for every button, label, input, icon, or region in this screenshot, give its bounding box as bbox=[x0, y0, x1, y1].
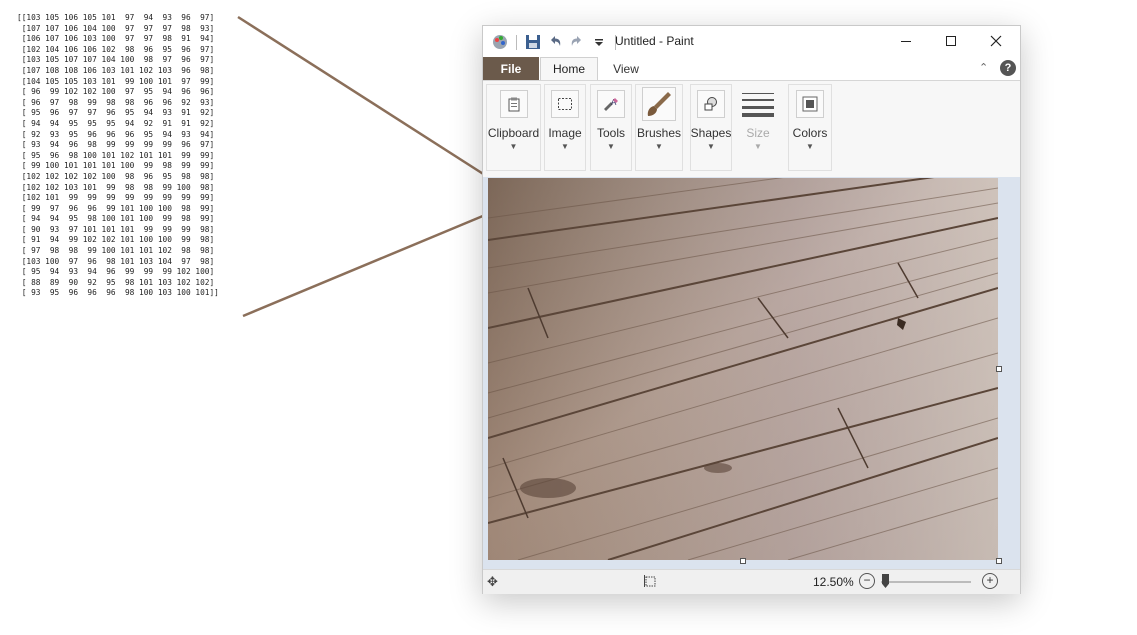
help-icon[interactable]: ? bbox=[1000, 60, 1016, 76]
redo-icon[interactable] bbox=[568, 33, 586, 51]
dropdown-arrow-icon: ▼ bbox=[655, 142, 663, 151]
clipboard-label: Clipboard bbox=[487, 126, 540, 140]
connector-line-top bbox=[237, 15, 489, 179]
collapse-ribbon-icon[interactable]: ⌃ bbox=[979, 61, 988, 74]
dropdown-arrow-icon: ▼ bbox=[509, 142, 518, 151]
resize-handle-corner[interactable] bbox=[996, 558, 1002, 564]
window-title: Untitled - Paint bbox=[615, 34, 694, 48]
size-group[interactable]: Size ▼ bbox=[738, 84, 778, 171]
paint-app-icon[interactable] bbox=[491, 33, 509, 51]
tools-label: Tools bbox=[596, 126, 625, 140]
shapes-icon bbox=[697, 90, 725, 118]
ribbon-tabs: File Home View ⌃ ? bbox=[483, 57, 1020, 80]
maximize-icon bbox=[946, 36, 956, 46]
zoom-slider-track[interactable] bbox=[881, 581, 971, 583]
brushes-label: Brushes bbox=[636, 126, 682, 140]
tools-group[interactable]: A Tools ▼ bbox=[590, 84, 632, 171]
paint-window: Untitled - Paint File Home View ⌃ ? Clip… bbox=[482, 25, 1021, 594]
resize-handle-bottom[interactable] bbox=[740, 558, 746, 564]
dropdown-arrow-icon: ▼ bbox=[607, 142, 615, 151]
toolbar-separator bbox=[516, 34, 517, 50]
minimize-icon bbox=[901, 41, 911, 42]
clipboard-icon bbox=[499, 90, 528, 118]
selection-size-icon bbox=[643, 574, 657, 588]
line-size-icon bbox=[741, 90, 775, 118]
resize-handle-right[interactable] bbox=[996, 366, 1002, 372]
select-icon bbox=[551, 90, 579, 118]
quick-access-toolbar bbox=[491, 32, 619, 52]
close-icon bbox=[990, 35, 1002, 47]
zoom-slider-thumb[interactable] bbox=[882, 574, 889, 588]
color-palette-icon bbox=[796, 90, 824, 118]
customize-toolbar-icon[interactable] bbox=[590, 33, 608, 51]
image-label: Image bbox=[548, 126, 582, 140]
canvas-area[interactable] bbox=[483, 177, 1020, 569]
shapes-label: Shapes bbox=[690, 126, 732, 140]
zoom-level: 12.50% bbox=[813, 575, 854, 589]
dropdown-arrow-icon: ▼ bbox=[754, 142, 762, 151]
shapes-group[interactable]: Shapes ▼ bbox=[690, 84, 732, 171]
image-group[interactable]: Image ▼ bbox=[544, 84, 586, 171]
colors-label: Colors bbox=[792, 126, 828, 140]
tools-icon: A bbox=[597, 90, 625, 118]
title-bar: Untitled - Paint bbox=[483, 26, 1020, 57]
wood-floor-picture bbox=[488, 178, 998, 560]
undo-icon[interactable] bbox=[546, 33, 564, 51]
dropdown-arrow-icon: ▼ bbox=[707, 142, 715, 151]
dropdown-arrow-icon: ▼ bbox=[806, 142, 814, 151]
zoom-in-button[interactable]: + bbox=[982, 573, 998, 589]
save-icon[interactable] bbox=[524, 33, 542, 51]
zoom-out-button[interactable]: − bbox=[859, 573, 875, 589]
maximize-button[interactable] bbox=[934, 30, 968, 52]
tab-view[interactable]: View bbox=[603, 57, 649, 80]
tab-home[interactable]: Home bbox=[540, 57, 598, 80]
status-bar: ✥ 12.50% − + bbox=[483, 569, 1020, 594]
close-button[interactable] bbox=[979, 30, 1013, 52]
brush-icon bbox=[642, 87, 676, 121]
size-label: Size bbox=[746, 126, 770, 140]
minimize-button[interactable] bbox=[889, 30, 923, 52]
cursor-position-icon: ✥ bbox=[487, 574, 498, 589]
connector-line-bottom bbox=[242, 211, 491, 318]
dropdown-arrow-icon: ▼ bbox=[561, 142, 569, 151]
brushes-group[interactable]: Brushes ▼ bbox=[635, 84, 683, 171]
wood-floor-image[interactable] bbox=[488, 178, 998, 560]
clipboard-group[interactable]: Clipboard ▼ bbox=[486, 84, 541, 171]
ribbon: Clipboard ▼ Image ▼ A Tools ▼ Brushes ▼ bbox=[483, 80, 1020, 178]
colors-group[interactable]: Colors ▼ bbox=[788, 84, 832, 171]
tab-file[interactable]: File bbox=[483, 57, 539, 80]
